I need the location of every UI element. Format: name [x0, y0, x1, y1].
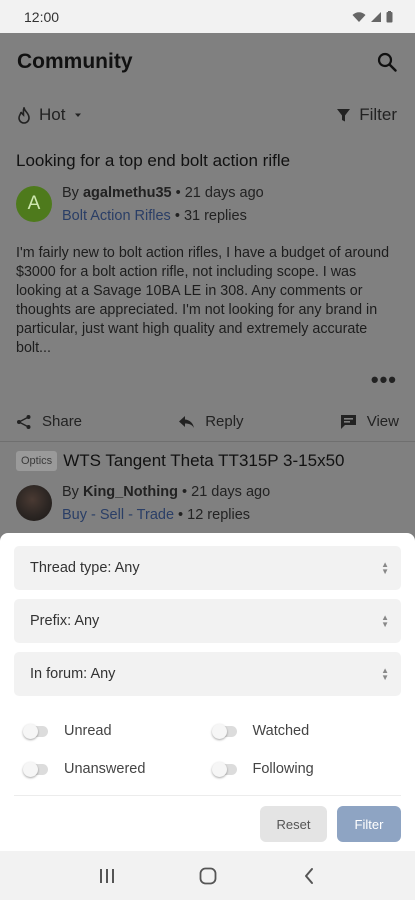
share-label: Share: [42, 413, 83, 430]
back-icon: [304, 867, 313, 884]
thread-actions: Share Reply View: [0, 402, 415, 442]
prefix-select[interactable]: Prefix: Any ▲ ▼: [14, 599, 401, 643]
select-arrows-icon: ▲ ▼: [381, 613, 389, 629]
home-icon: [199, 867, 216, 884]
unread-label: Unread: [64, 723, 112, 739]
by-prefix: By: [62, 484, 83, 500]
avatar[interactable]: A: [16, 186, 52, 222]
home-button[interactable]: [188, 856, 228, 896]
recents-button[interactable]: [87, 856, 127, 896]
app-bar: Community: [0, 33, 415, 90]
share-button[interactable]: Share: [16, 413, 82, 430]
filter-label: Filter: [359, 105, 397, 124]
view-label: View: [366, 413, 399, 430]
author-name[interactable]: King_Nothing: [83, 484, 178, 500]
reply-icon: [179, 415, 195, 428]
following-switch[interactable]: [211, 761, 237, 777]
signal-icon: [371, 11, 381, 22]
flame-icon: [18, 106, 30, 124]
thread-type-select[interactable]: Thread type: Any ▲ ▼: [14, 546, 401, 590]
status-time: 12:00: [24, 8, 60, 25]
thread-card-2[interactable]: By King_Nothing • 21 days ago Buy - Sell…: [0, 481, 415, 527]
prefix-badge: Optics: [16, 451, 58, 471]
following-toggle[interactable]: Following: [211, 757, 402, 781]
watched-label: Watched: [252, 723, 310, 739]
comment-icon: [340, 414, 356, 429]
back-button[interactable]: [289, 856, 329, 896]
sort-label: Hot: [39, 105, 66, 124]
watched-switch[interactable]: [211, 723, 237, 739]
caret-down-icon: [75, 113, 82, 117]
reply-label: Reply: [205, 413, 244, 430]
unanswered-switch[interactable]: [23, 761, 48, 777]
community-screen: Community Hot Filter Looking for a top e…: [0, 33, 415, 533]
thread-age: • 21 days ago: [171, 185, 264, 201]
thread-excerpt: I'm fairly new to bolt action rifles, I …: [16, 245, 390, 356]
watched-toggle[interactable]: Watched: [211, 719, 402, 743]
forum-link[interactable]: Bolt Action Rifles: [62, 208, 171, 224]
thread-type-value: Thread type: Any: [30, 560, 140, 576]
share-icon: [17, 414, 31, 429]
thread-title-2[interactable]: Optics WTS Tangent Theta TT315P 3-15x50: [0, 442, 415, 471]
thread-title-text[interactable]: WTS Tangent Theta TT315P 3-15x50: [63, 451, 344, 471]
sort-dropdown[interactable]: Hot: [17, 105, 83, 125]
thread-age: • 21 days ago: [178, 484, 271, 500]
thread-title[interactable]: Looking for a top end bolt action rifle: [16, 140, 399, 172]
system-nav-bar: [0, 851, 415, 900]
page-title: Community: [17, 49, 133, 73]
thread-card[interactable]: Looking for a top end bolt action rifle …: [0, 140, 415, 402]
search-icon[interactable]: [377, 52, 397, 72]
forum-value: In forum: Any: [30, 666, 116, 682]
avatar-photo[interactable]: [16, 485, 52, 521]
wifi-icon: [352, 11, 366, 22]
select-arrows-icon: ▲ ▼: [381, 666, 389, 682]
apply-filter-button[interactable]: Filter: [337, 806, 401, 842]
status-bar: 12:00: [0, 0, 415, 33]
view-button[interactable]: View: [340, 413, 399, 430]
unread-toggle[interactable]: Unread: [23, 719, 213, 743]
following-label: Following: [252, 761, 314, 777]
battery-icon: [386, 10, 393, 22]
sort-bar: Hot Filter: [0, 90, 415, 140]
prefix-value: Prefix: Any: [30, 613, 100, 629]
more-options-icon[interactable]: •••: [16, 358, 399, 402]
select-arrows-icon: ▲ ▼: [381, 560, 389, 576]
filter-toggles: Unread Watched Unanswered Following: [14, 705, 401, 781]
filter-icon: [337, 108, 351, 121]
reset-button[interactable]: Reset: [260, 806, 327, 842]
by-prefix: By: [62, 185, 83, 201]
thread-meta: A By agalmethu35 • 21 days ago Bolt Acti…: [16, 182, 399, 228]
status-icons: [352, 10, 393, 23]
forum-select[interactable]: In forum: Any ▲ ▼: [14, 652, 401, 696]
sheet-buttons: Reset Filter: [14, 796, 401, 842]
reply-count: • 12 replies: [174, 507, 251, 523]
thread-meta-2: By King_Nothing • 21 days ago Buy - Sell…: [16, 481, 399, 527]
reply-button[interactable]: Reply: [178, 413, 244, 430]
author-name[interactable]: agalmethu35: [83, 185, 172, 201]
unanswered-toggle[interactable]: Unanswered: [23, 757, 213, 781]
forum-link[interactable]: Buy - Sell - Trade: [62, 507, 174, 523]
filter-sheet: Thread type: Any ▲ ▼ Prefix: Any ▲ ▼ In fo…: [0, 533, 415, 851]
unread-switch[interactable]: [23, 723, 48, 739]
recents-icon: [99, 868, 114, 883]
filter-toggle[interactable]: Filter: [336, 105, 397, 125]
reply-count: • 31 replies: [170, 208, 247, 224]
unanswered-label: Unanswered: [64, 761, 146, 777]
